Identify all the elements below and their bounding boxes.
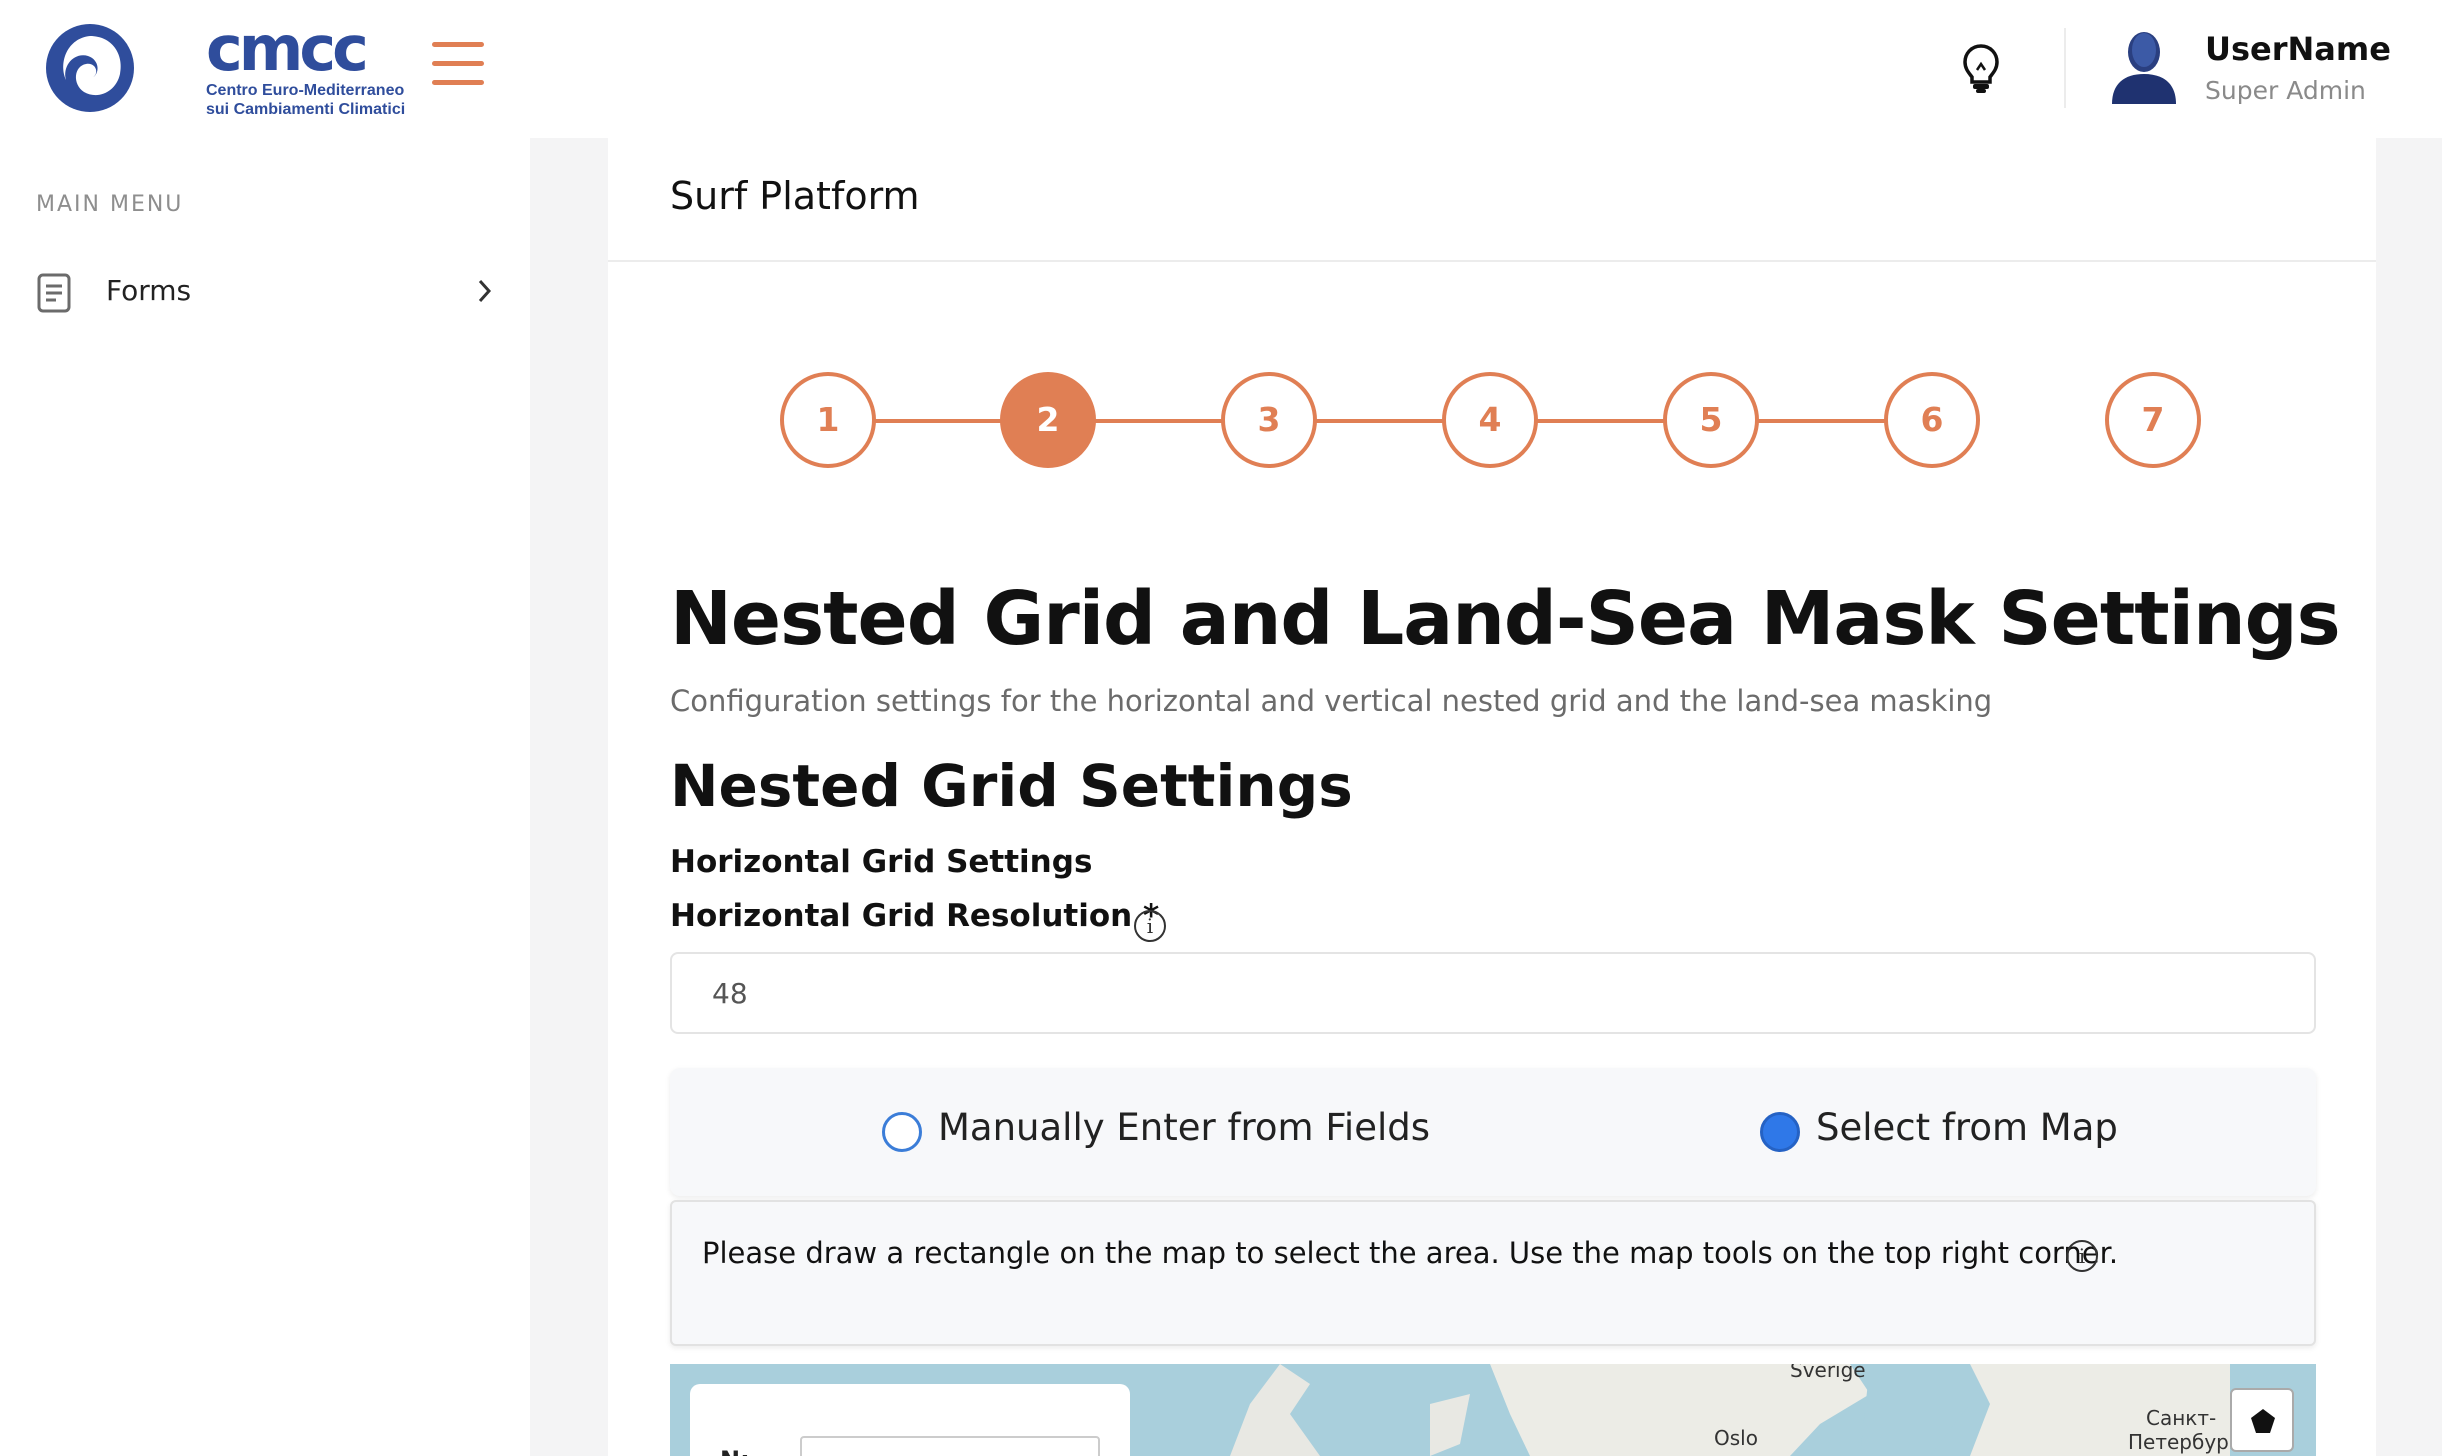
north-input[interactable] <box>800 1436 1100 1456</box>
form-heading: Nested Grid and Land-Sea Mask Settings <box>670 576 2341 662</box>
document-icon <box>37 273 71 313</box>
logo-wordmark: cmcc <box>206 12 369 85</box>
cmcc-logo-text[interactable]: cmcc Centro Euro-Mediterraneo sui Cambia… <box>206 12 416 119</box>
form-description: Configuration settings for the horizonta… <box>670 684 1993 718</box>
step-2[interactable]: 2 <box>1000 372 1096 468</box>
sidebar-item-forms[interactable]: Forms <box>36 264 496 320</box>
main-menu-title: MAIN MENU <box>36 192 184 217</box>
subsection-heading: Horizontal Grid Settings <box>670 844 1093 880</box>
radio-label: Select from Map <box>1816 1106 2118 1149</box>
map-coordinates-panel: N: <box>690 1384 1130 1456</box>
chevron-right-icon <box>478 279 492 303</box>
info-icon[interactable]: i <box>1134 910 1166 942</box>
step-3[interactable]: 3 <box>1221 372 1317 468</box>
map-instruction-box: Please draw a rectangle on the map to se… <box>670 1200 2316 1346</box>
step-5[interactable]: 5 <box>1663 372 1759 468</box>
cmcc-logo-icon[interactable] <box>44 22 136 114</box>
stepper-line <box>830 419 1936 423</box>
step-6[interactable]: 6 <box>1884 372 1980 468</box>
main-card: Surf Platform 1 2 3 4 5 6 7 Nested Grid … <box>608 138 2376 1456</box>
section-heading: Nested Grid Settings <box>670 752 1353 820</box>
step-4[interactable]: 4 <box>1442 372 1538 468</box>
radio-label: Manually Enter from Fields <box>938 1106 1431 1149</box>
map-place-label: Sverige <box>1790 1364 1866 1382</box>
sidebar-item-label: Forms <box>106 274 192 307</box>
map-place-label: Петербург <box>2128 1430 2240 1454</box>
polygon-draw-icon <box>2251 1409 2275 1433</box>
logo-subtitle-1: Centro Euro-Mediterraneo <box>206 82 405 99</box>
card-header: Surf Platform <box>608 138 2376 262</box>
radio-checked-icon <box>1760 1112 1800 1152</box>
user-name[interactable]: UserName <box>2205 30 2391 68</box>
hamburger-icon[interactable] <box>432 42 484 88</box>
step-7[interactable]: 7 <box>2105 372 2201 468</box>
map-place-label: Санкт- <box>2146 1406 2217 1430</box>
radio-unchecked-icon <box>882 1112 922 1152</box>
lightbulb-icon[interactable] <box>1958 42 2004 94</box>
sidebar: MAIN MENU Forms <box>0 138 530 1456</box>
north-label: N: <box>720 1446 750 1456</box>
logo-subtitle-2: sui Cambiamenti Climatici <box>206 101 406 118</box>
map-instruction-text: Please draw a rectangle on the map to se… <box>702 1236 2119 1270</box>
resolution-label: Horizontal Grid Resolution * <box>670 898 1160 934</box>
user-role: Super Admin <box>2205 76 2366 105</box>
draw-tool-button[interactable] <box>2230 1388 2294 1452</box>
map-view[interactable]: Sverige Oslo Санкт- Петербург N: <box>670 1364 2316 1456</box>
stepper: 1 2 3 4 5 6 7 <box>780 370 2204 470</box>
page-title: Surf Platform <box>670 174 920 218</box>
step-1[interactable]: 1 <box>780 372 876 468</box>
map-place-label: Oslo <box>1714 1426 1758 1450</box>
top-header: cmcc Centro Euro-Mediterraneo sui Cambia… <box>0 0 2442 138</box>
user-avatar-icon[interactable] <box>2108 26 2180 104</box>
header-divider <box>2064 28 2066 108</box>
info-icon[interactable]: i <box>2066 1240 2098 1272</box>
area-selection-radio-group: Manually Enter from Fields Select from M… <box>670 1068 2316 1196</box>
resolution-input[interactable] <box>670 952 2316 1034</box>
